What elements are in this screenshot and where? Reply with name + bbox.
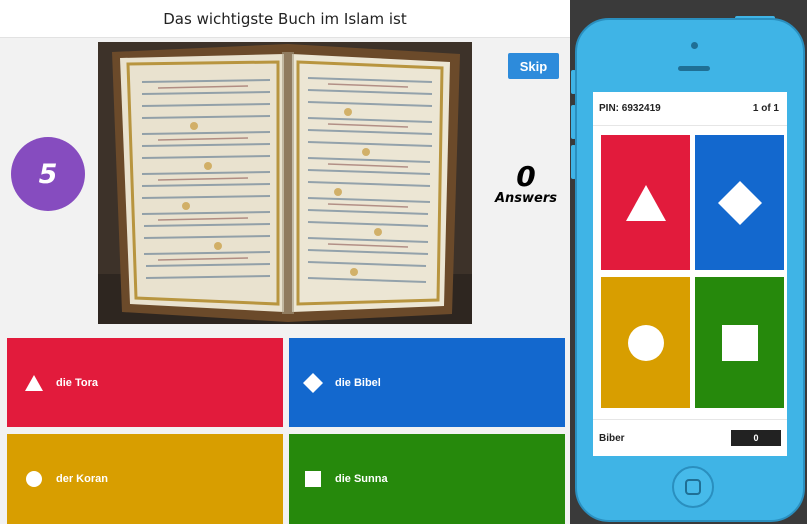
- answer-label: die Tora: [56, 376, 98, 389]
- answer-option-3[interactable]: der Koran: [7, 434, 283, 524]
- diamond-icon: [303, 372, 323, 393]
- player-score: 0: [731, 430, 781, 446]
- answer-label: die Bibel: [335, 376, 381, 389]
- phone-speaker: [678, 66, 710, 71]
- square-icon: [303, 469, 323, 489]
- circle-icon: [24, 469, 44, 489]
- triangle-icon: [24, 373, 44, 393]
- game-pin: PIN: 6932419: [599, 103, 661, 114]
- answer-option-2[interactable]: die Bibel: [289, 338, 565, 427]
- phone-answer-square[interactable]: [695, 277, 784, 408]
- answers-counter: 0 Answers: [486, 160, 566, 207]
- phone-answer-triangle[interactable]: [601, 135, 690, 270]
- phone-screen: PIN: 6932419 1 of 1 Biber 0: [593, 92, 787, 456]
- timer-value: 5: [38, 158, 58, 190]
- phone-header: PIN: 6932419 1 of 1: [593, 92, 787, 126]
- phone-home-button[interactable]: [672, 466, 714, 508]
- phone-footer: Biber 0: [593, 419, 787, 456]
- question-text: Das wichtigste Buch im Islam ist: [163, 9, 407, 28]
- answers-count: 0: [516, 160, 536, 193]
- square-icon: [721, 324, 758, 361]
- game-screen: Das wichtigste Buch im Islam ist 5 Skip …: [0, 0, 570, 524]
- circle-icon: [627, 324, 664, 361]
- player-name: Biber: [599, 432, 625, 444]
- question-counter: 1 of 1: [752, 103, 779, 114]
- answer-label: der Koran: [56, 473, 108, 485]
- countdown-timer: 5: [11, 137, 85, 211]
- question-image: [98, 42, 472, 324]
- skip-button[interactable]: Skip: [508, 53, 559, 79]
- answer-option-1[interactable]: die Tora: [7, 338, 283, 427]
- phone-answer-diamond[interactable]: [695, 135, 784, 270]
- diamond-icon: [717, 180, 762, 225]
- question-bar: Das wichtigste Buch im Islam ist: [0, 0, 570, 38]
- triangle-icon: [625, 184, 666, 221]
- answers-label: Answers: [494, 191, 558, 206]
- answer-option-4[interactable]: die Sunna: [289, 434, 565, 524]
- phone-camera: [691, 42, 698, 49]
- answer-label: die Sunna: [335, 473, 388, 485]
- open-book-photo: [98, 42, 472, 324]
- phone-answer-circle[interactable]: [601, 277, 690, 408]
